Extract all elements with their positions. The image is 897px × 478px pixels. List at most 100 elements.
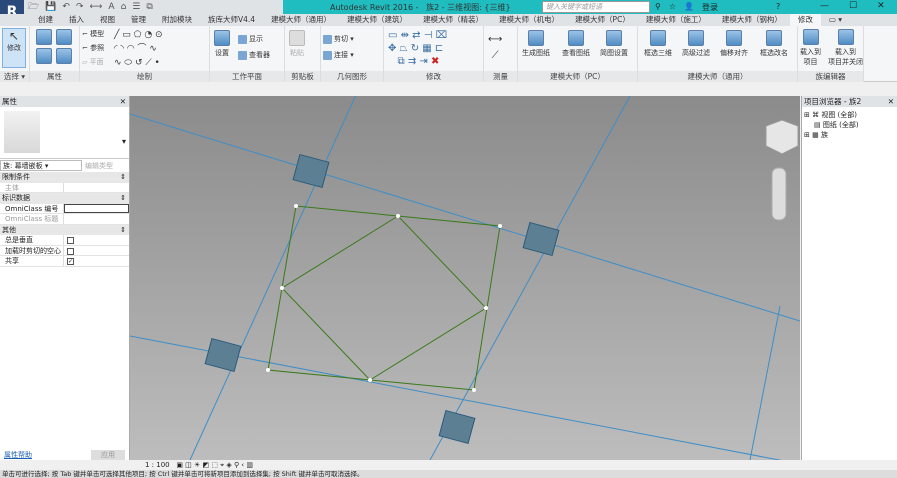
close-icon[interactable]: ✕ <box>120 96 126 107</box>
property-checkbox[interactable]: ✓ <box>67 258 74 265</box>
sketch-setup-button[interactable]: 简图设置 <box>600 30 628 58</box>
tab-13[interactable]: 修改 <box>789 14 821 26</box>
outer-boundary[interactable] <box>267 205 501 391</box>
load-and-close-button[interactable]: 载入到 项目并关闭 <box>828 29 863 67</box>
close-icon[interactable]: ✕ <box>888 96 894 107</box>
property-section-header[interactable]: 其他 ⇕ <box>0 224 129 235</box>
plane-button[interactable]: ▱ 平面 <box>82 57 104 67</box>
show-workplane-button[interactable]: 显示 <box>238 34 263 44</box>
type-preview[interactable]: ▾ <box>0 107 129 159</box>
reference-button[interactable]: ⌐ 参照 <box>82 43 104 53</box>
save-icon[interactable]: 💾 <box>45 2 56 12</box>
tab-3[interactable]: 管理 <box>123 14 154 26</box>
tab-6[interactable]: 建模大师（通用） <box>263 14 339 26</box>
box-rename-button[interactable]: 框选改名 <box>760 30 788 58</box>
join-icon <box>323 50 332 60</box>
grid-icon <box>214 30 230 46</box>
modify-button[interactable]: ↖ 修改 <box>2 28 26 68</box>
tab-9[interactable]: 建模大师（机电） <box>491 14 567 26</box>
view-control-icons[interactable]: ▣ ◫ ☀ ◩ ⬚ ⌖ ◈ ⚲ ‹ ▥ <box>176 461 253 469</box>
view-drawing-button[interactable]: 查看图纸 <box>562 30 590 58</box>
model-line-button[interactable]: ⌐ 模型 <box>82 29 104 39</box>
load-into-project-button[interactable]: 载入到 项目 <box>800 29 821 67</box>
text-icon[interactable]: A <box>108 2 114 12</box>
modify-group-label: 修改 <box>384 71 483 82</box>
box-select-3d-button[interactable]: 框选三维 <box>644 30 672 58</box>
tab-4[interactable]: 附加模块 <box>154 14 200 26</box>
advanced-filter-button[interactable]: 高级过滤 <box>682 30 710 58</box>
tab-10[interactable]: 建模大师（PC） <box>567 14 638 26</box>
viewer-button[interactable]: 查看器 <box>238 50 270 60</box>
property-section-header[interactable]: 限制条件 ⇕ <box>0 172 129 183</box>
property-checkbox[interactable] <box>67 237 74 244</box>
tab-14[interactable]: ▭ ▾ <box>821 14 850 26</box>
model-canvas <box>129 85 801 465</box>
tab-7[interactable]: 建模大师（建筑） <box>339 14 415 26</box>
login-button[interactable]: 登录 <box>702 2 718 13</box>
tree-item-sheets[interactable]: ▤ 图纸 (全部) <box>804 120 895 130</box>
open-icon[interactable]: 🗁 <box>28 0 39 15</box>
tab-12[interactable]: 建模大师（钢构） <box>714 14 790 26</box>
cut-button[interactable]: 剪切 ▾ <box>323 34 354 44</box>
modify-tools[interactable]: ▭ ⇹ ⇄ ⊣ ⌧ ✥ ⏢ ↻ ▦ ⊏ ⧉ ⇉ ⇥ ✖ <box>388 29 447 68</box>
properties-help-link[interactable]: 属性帮助 <box>4 450 32 460</box>
type-selector[interactable]: 族: 幕墙嵌板 ▾ <box>0 160 82 171</box>
tab-2[interactable]: 视图 <box>92 14 123 26</box>
properties-title: 属性 <box>2 97 17 106</box>
close-button[interactable]: ✕ <box>877 1 885 11</box>
tree-label: 视图 (全部) <box>821 111 858 119</box>
search-input[interactable]: 键入关键字或短语 <box>542 1 650 13</box>
select-dropdown[interactable]: 选择 ▾ <box>0 71 29 82</box>
offset-align-button[interactable]: 偏移对齐 <box>720 30 748 58</box>
set-workplane-button[interactable]: 设置 <box>214 30 230 58</box>
property-value[interactable] <box>64 203 129 213</box>
family-category-button[interactable] <box>56 48 72 66</box>
measure-icon[interactable]: ⟷ <box>89 2 102 12</box>
paste-button[interactable]: 粘贴 <box>289 30 305 58</box>
thin-lines-icon[interactable]: ☰ <box>132 2 140 12</box>
tab-1[interactable]: 插入 <box>61 14 92 26</box>
edit-type-button[interactable]: 编辑类型 <box>85 161 113 171</box>
binoculars-icon[interactable]: ⚲ <box>655 2 661 13</box>
star-icon[interactable]: ☆ <box>669 2 676 13</box>
generate-drawing-button[interactable]: 生成图纸 <box>522 30 550 58</box>
join-button[interactable]: 连接 ▾ <box>323 50 354 60</box>
close-hidden-icon[interactable]: ⧉ <box>146 2 152 12</box>
clipboard-group: 粘贴 剪贴板 <box>285 26 321 82</box>
inner-diamond[interactable] <box>281 215 487 381</box>
draw-tools[interactable]: ╱ ▭ ⬠ ◔ ⊙ ◜ ◝ ◠ ⌒ ∿ ∿ ⬭ ↺ ⟋ • <box>114 28 163 70</box>
property-value[interactable] <box>64 183 129 193</box>
sheet-icon <box>606 30 622 46</box>
minimize-button[interactable]: — <box>820 1 829 11</box>
3d-view-icon[interactable]: ⌂ <box>121 2 127 12</box>
cube-icon <box>650 30 666 46</box>
tab-0[interactable]: 创建 <box>30 14 61 26</box>
property-value[interactable] <box>64 214 129 224</box>
help-button[interactable]: ? <box>776 2 780 13</box>
node[interactable] <box>522 221 560 257</box>
undo-icon[interactable]: ↶ <box>62 2 70 12</box>
property-section-header[interactable]: 标识数据 ⇕ <box>0 193 129 204</box>
3d-viewport[interactable] <box>129 85 801 465</box>
property-checkbox[interactable] <box>67 247 74 255</box>
properties-button[interactable] <box>36 29 52 47</box>
user-icon[interactable]: 👤 <box>684 2 694 13</box>
viewcube-icon[interactable] <box>765 119 799 155</box>
vertices <box>266 204 502 392</box>
maximize-button[interactable]: ☐ <box>849 1 857 11</box>
tree-item-views[interactable]: ⊞ ⌘ 视图 (全部) <box>804 110 895 120</box>
node[interactable] <box>438 409 476 445</box>
navigation-bar[interactable] <box>771 167 787 221</box>
type-properties-button[interactable] <box>56 29 72 47</box>
redo-icon[interactable]: ↷ <box>76 2 84 12</box>
measure-tools[interactable]: ⟷ ⟋ <box>488 32 502 64</box>
scale-selector[interactable]: 1 : 100 <box>145 461 170 469</box>
family-types-button[interactable] <box>36 48 52 66</box>
node[interactable] <box>292 153 330 189</box>
tab-8[interactable]: 建模大师（精装） <box>415 14 491 26</box>
tab-5[interactable]: 族库大师V4.4 <box>200 14 263 26</box>
apply-button[interactable]: 应用 <box>91 450 125 460</box>
tree-item-families[interactable]: ⊞ ▦ 族 <box>804 130 895 140</box>
node[interactable] <box>204 337 242 373</box>
tab-11[interactable]: 建模大师（施工） <box>638 14 714 26</box>
